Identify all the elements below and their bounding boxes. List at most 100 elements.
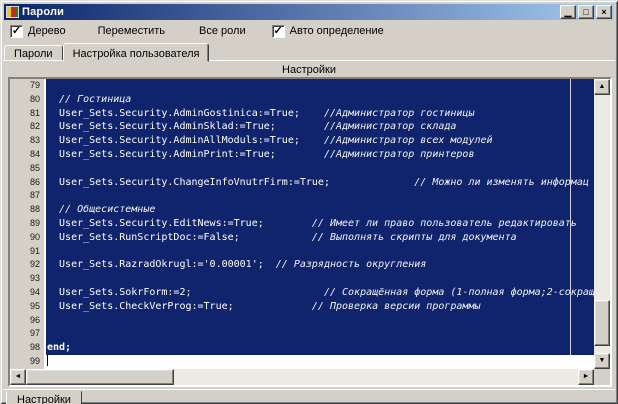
vscroll-thumb[interactable] [594, 300, 610, 346]
code-text [46, 162, 594, 176]
code-text: end; [46, 341, 594, 355]
code-text: User_Sets.RunScriptDoc:=False; // Выполн… [46, 231, 594, 245]
scrollbar-corner [594, 369, 610, 385]
move-button-label: Переместить [98, 25, 165, 37]
all-roles-button[interactable]: Все роли [199, 25, 246, 37]
horizontal-scrollbar[interactable]: ◄ ► [10, 369, 594, 385]
editor-line[interactable]: 98end; [10, 341, 594, 355]
auto-detect-checkbox-group[interactable]: ✓ Авто определение [272, 25, 384, 38]
line-number: 88 [10, 203, 46, 217]
editor-line[interactable]: 80 // Гостиница [10, 93, 594, 107]
editor-line[interactable]: 81 User_Sets.Security.AdminGostinica:=Tr… [10, 107, 594, 121]
code-text: User_Sets.CheckVerProg:=True; // Проверк… [46, 300, 594, 314]
code-text: User_Sets.RazradOkrugl:='0.00001'; // Ра… [46, 258, 594, 272]
editor-line[interactable]: 85 [10, 162, 594, 176]
line-number: 80 [10, 93, 46, 107]
editor-line[interactable]: 92 User_Sets.RazradOkrugl:='0.00001'; //… [10, 258, 594, 272]
line-number: 86 [10, 176, 46, 190]
tree-checkbox-group[interactable]: ✓ Дерево [10, 25, 66, 38]
line-number: 98 [10, 341, 46, 355]
move-button[interactable]: Переместить [98, 25, 165, 37]
script-editor[interactable]: 7980 // Гостиница81 User_Sets.Security.A… [8, 77, 612, 387]
line-number: 97 [10, 327, 46, 341]
line-number: 79 [10, 79, 46, 93]
app-window: Пароли ▁ □ × ✓ Дерево Переместить Все ро… [0, 0, 618, 404]
line-number: 90 [10, 231, 46, 245]
line-number: 85 [10, 162, 46, 176]
editor-line[interactable]: 88 // Общесистемные [10, 203, 594, 217]
editor-line[interactable]: 90 User_Sets.RunScriptDoc:=False; // Вып… [10, 231, 594, 245]
code-text: // Общесистемные [46, 203, 594, 217]
line-number: 82 [10, 120, 46, 134]
code-text: User_Sets.Security.AdminAllModuls:=True;… [46, 134, 594, 148]
scroll-right-icon[interactable]: ► [578, 369, 594, 385]
top-tabstrip: Пароли Настройка пользователя [4, 42, 614, 61]
line-number: 89 [10, 217, 46, 231]
code-text: User_Sets.Security.AdminSklad:=True; //А… [46, 120, 594, 134]
scroll-left-icon[interactable]: ◄ [10, 369, 26, 385]
line-number: 96 [10, 314, 46, 328]
scroll-down-icon[interactable]: ▼ [594, 353, 610, 369]
editor-line[interactable]: 93 [10, 272, 594, 286]
code-text [46, 272, 594, 286]
title-bar[interactable]: Пароли ▁ □ × [4, 4, 614, 20]
code-text [46, 79, 594, 93]
editor-line[interactable]: 96 [10, 314, 594, 328]
right-margin-line [570, 79, 571, 355]
bottom-tabstrip: Настройки [3, 389, 615, 404]
code-text: User_Sets.Security.ChangeInfoVnutrFirm:=… [46, 176, 594, 190]
tree-checkbox-label: Дерево [28, 25, 66, 37]
editor-line[interactable]: 83 User_Sets.Security.AdminAllModuls:=Tr… [10, 134, 594, 148]
close-button[interactable]: × [596, 5, 612, 19]
bottom-tab-settings[interactable]: Настройки [6, 391, 82, 404]
editor-line[interactable]: 84 User_Sets.Security.AdminPrint:=True; … [10, 148, 594, 162]
auto-detect-checkbox-label: Авто определение [290, 25, 384, 37]
window-title: Пароли [22, 6, 64, 18]
line-number: 87 [10, 189, 46, 203]
auto-detect-checkbox[interactable]: ✓ [272, 25, 285, 38]
line-number: 99 [10, 355, 46, 369]
editor-line[interactable]: 94 User_Sets.SokrForm:=2; // Сокращённая… [10, 286, 594, 300]
line-number: 92 [10, 258, 46, 272]
editor-line[interactable]: 97 [10, 327, 594, 341]
editor-line[interactable]: 79 [10, 79, 594, 93]
toolbar: ✓ Дерево Переместить Все роли ✓ Авто опр… [4, 22, 614, 40]
maximize-button[interactable]: □ [578, 5, 594, 19]
minimize-button[interactable]: ▁ [560, 5, 576, 19]
code-text: User_Sets.Security.EditNews:=True; // Им… [46, 217, 594, 231]
code-text: // Гостиница [46, 93, 594, 107]
editor-lines[interactable]: 7980 // Гостиница81 User_Sets.Security.A… [10, 79, 594, 369]
editor-line[interactable]: 87 [10, 189, 594, 203]
code-text: User_Sets.Security.AdminPrint:=True; //А… [46, 148, 594, 162]
line-number: 94 [10, 286, 46, 300]
tab-passwords[interactable]: Пароли [4, 45, 63, 61]
settings-panel: Настройки 7980 // Гостиница81 User_Sets.… [3, 60, 615, 401]
code-text [46, 245, 594, 259]
code-text [46, 189, 594, 203]
editor-line[interactable]: 82 User_Sets.Security.AdminSklad:=True; … [10, 120, 594, 134]
editor-line[interactable]: 99 [10, 355, 594, 369]
code-text: User_Sets.SokrForm:=2; // Сокращённая фо… [46, 286, 594, 300]
code-text [46, 355, 594, 369]
editor-line[interactable]: 95 User_Sets.CheckVerProg:=True; // Пров… [10, 300, 594, 314]
scroll-up-icon[interactable]: ▲ [594, 79, 610, 95]
line-number: 83 [10, 134, 46, 148]
hscroll-thumb[interactable] [26, 369, 174, 385]
line-number: 84 [10, 148, 46, 162]
line-number: 81 [10, 107, 46, 121]
vertical-scrollbar[interactable]: ▲ ▼ [594, 79, 610, 369]
line-number: 95 [10, 300, 46, 314]
line-number: 91 [10, 245, 46, 259]
text-cursor [47, 355, 48, 366]
editor-line[interactable]: 86 User_Sets.Security.ChangeInfoVnutrFir… [10, 176, 594, 190]
tab-user-settings[interactable]: Настройка пользователя [63, 43, 210, 62]
all-roles-button-label: Все роли [199, 25, 246, 37]
line-number: 93 [10, 272, 46, 286]
code-text [46, 327, 594, 341]
editor-line[interactable]: 91 [10, 245, 594, 259]
code-text [46, 314, 594, 328]
editor-line[interactable]: 89 User_Sets.Security.EditNews:=True; //… [10, 217, 594, 231]
app-icon [6, 6, 19, 18]
code-text: User_Sets.Security.AdminGostinica:=True;… [46, 107, 594, 121]
tree-checkbox[interactable]: ✓ [10, 25, 23, 38]
